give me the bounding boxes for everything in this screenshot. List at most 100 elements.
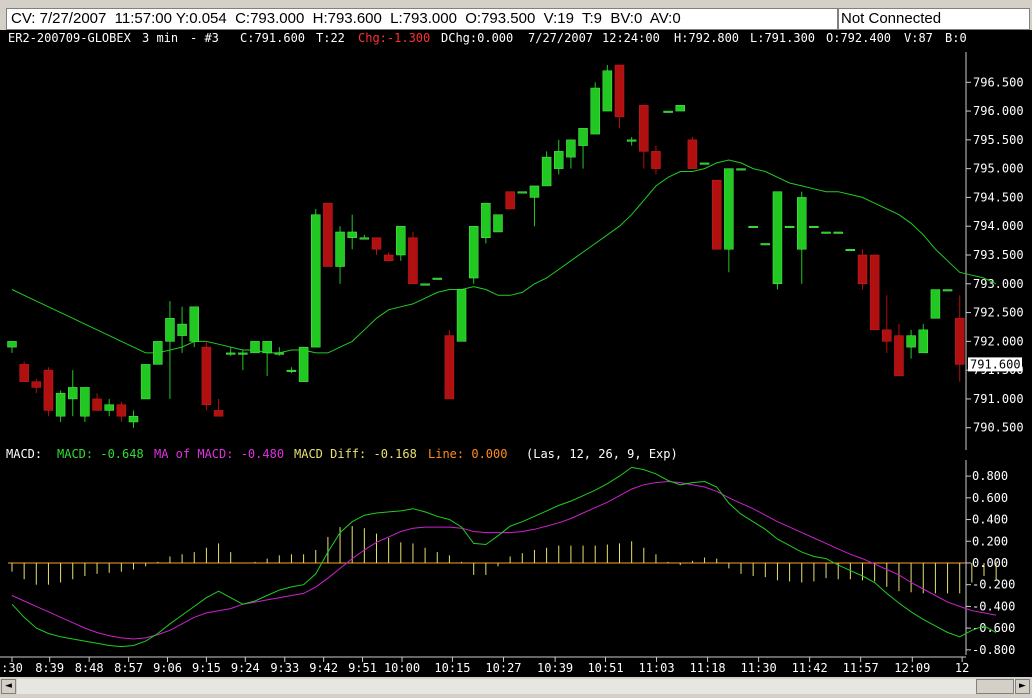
candle-up — [298, 346, 309, 382]
candle-up — [699, 162, 710, 165]
candle-down — [371, 237, 382, 250]
macd-tick-label: -0.800 — [972, 643, 1015, 657]
candle-down — [894, 335, 904, 377]
candle-up — [55, 392, 66, 417]
horizontal-scrollbar[interactable]: ◄ ► — [0, 677, 1032, 698]
candle-up — [493, 214, 503, 233]
macd-tick-label: 0.600 — [972, 491, 1008, 505]
price-plot — [7, 64, 997, 428]
ticks-readout: T:22 — [316, 31, 345, 45]
macd-tick-label: 0.800 — [972, 469, 1008, 483]
interval-label: 3 min — [142, 31, 178, 45]
candle-up — [432, 277, 442, 280]
time-tick-label: 8:57 — [114, 661, 143, 675]
candle-down — [857, 254, 868, 285]
price-tick-label: 795.000 — [973, 162, 1024, 176]
time-tick-label: :30 — [1, 661, 23, 675]
scroll-right-button[interactable]: ► — [1015, 679, 1030, 694]
candle-down — [19, 364, 29, 382]
candle-up — [797, 197, 807, 250]
low-readout: L:791.300 — [750, 31, 815, 45]
candle-up — [736, 168, 746, 171]
time-tick-label: 8:39 — [35, 661, 64, 675]
index-label: - #3 — [190, 31, 219, 45]
candle-up — [396, 225, 406, 256]
candle-up — [602, 70, 613, 112]
time-tick-label: 11:30 — [741, 661, 777, 675]
candle-up — [420, 283, 430, 286]
candle-up — [578, 128, 588, 146]
candle-down — [323, 202, 333, 267]
change-readout: Chg:-1.300 — [358, 31, 430, 45]
candle-up — [250, 341, 260, 354]
candle-down — [651, 151, 661, 169]
price-tick-label: 796.000 — [973, 104, 1024, 118]
volume-readout: V:87 — [904, 31, 933, 45]
price-tick-label: 795.500 — [973, 133, 1024, 147]
candle-up — [942, 289, 953, 292]
macd-diff-readout: MACD Diff: -0.168 — [294, 447, 417, 461]
scroll-left-arrow-icon: ◄ — [5, 681, 12, 691]
candle-up — [468, 225, 479, 279]
price-tick-label: 792.500 — [973, 306, 1024, 320]
candle-down — [505, 191, 515, 210]
time-tick-label: 9:51 — [348, 661, 377, 675]
time-tick-label: 11:18 — [690, 661, 726, 675]
connection-text: Not Connected — [841, 10, 942, 27]
candle-down — [31, 381, 42, 388]
time-tick-label: 9:15 — [192, 661, 221, 675]
time-tick-label: 9:06 — [153, 661, 182, 675]
last-price-label: 791.600 — [970, 357, 1021, 371]
candle-up — [456, 289, 467, 342]
candle-down — [43, 369, 54, 411]
price-header: ER2-200709-GLOBEX 3 min - #3 C:791.600 T… — [8, 31, 967, 45]
chart-area[interactable]: ER2-200709-GLOBEX 3 min - #3 C:791.600 T… — [0, 30, 1032, 677]
high-readout: H:792.800 — [674, 31, 739, 45]
candle-up — [165, 318, 175, 342]
candle-down — [882, 329, 892, 342]
scrollbar-track[interactable] — [17, 679, 1015, 694]
time-tick-label: 12 — [955, 661, 969, 675]
line-readout: Line: 0.000 — [428, 447, 507, 461]
quote-readout: CV: 7/27/2007 11:57:00 Y:0.054 C:793.000… — [6, 8, 838, 30]
chart-canvas[interactable]: ER2-200709-GLOBEX 3 min - #3 C:791.600 T… — [0, 30, 1032, 677]
candle-up — [554, 151, 564, 169]
macd-params: (Las, 12, 26, 9, Exp) — [526, 447, 678, 461]
time-tick-label: 11:57 — [843, 661, 879, 675]
time-tick-label: 12:09 — [894, 661, 930, 675]
macd-title: MACD: — [6, 447, 42, 461]
close-readout: C:791.600 — [240, 31, 305, 45]
time-tick-label: 9:24 — [231, 661, 260, 675]
price-tick-label: 796.500 — [973, 75, 1024, 89]
symbol-label: ER2-200709-GLOBEX — [8, 31, 132, 45]
candle-up — [760, 243, 771, 246]
ma-of-macd-line — [11, 480, 997, 640]
price-tick-label: 790.500 — [973, 421, 1024, 435]
candle-up — [748, 225, 758, 228]
candle-down — [408, 237, 418, 285]
price-tick-label: 792.000 — [973, 334, 1024, 348]
candle-up — [675, 105, 685, 112]
candle-down — [213, 410, 224, 417]
candle-up — [128, 415, 139, 423]
time-tick-label: 10:15 — [434, 661, 470, 675]
candle-up — [140, 364, 151, 400]
candle-up — [663, 110, 673, 113]
price-moving-average-line — [11, 159, 997, 354]
time-readout: 12:24:00 — [602, 31, 660, 45]
macd-tick-label: 0.000 — [972, 556, 1008, 570]
candle-up — [541, 156, 552, 187]
connection-status: Not Connected — [838, 8, 1030, 30]
candle-up — [286, 369, 297, 372]
time-tick-label: 10:00 — [384, 661, 420, 675]
dchange-readout: DChg:0.000 — [441, 31, 513, 45]
scroll-left-button[interactable]: ◄ — [1, 679, 16, 694]
candle-up — [80, 387, 90, 417]
macd-tick-label: 0.200 — [972, 534, 1008, 548]
time-tick-label: 11:42 — [792, 661, 828, 675]
candle-up — [930, 289, 941, 319]
candle-down — [639, 105, 649, 152]
macd-tick-label: -0.200 — [972, 578, 1015, 592]
scrollbar-thumb[interactable] — [976, 679, 1014, 694]
candle-up — [225, 352, 236, 355]
